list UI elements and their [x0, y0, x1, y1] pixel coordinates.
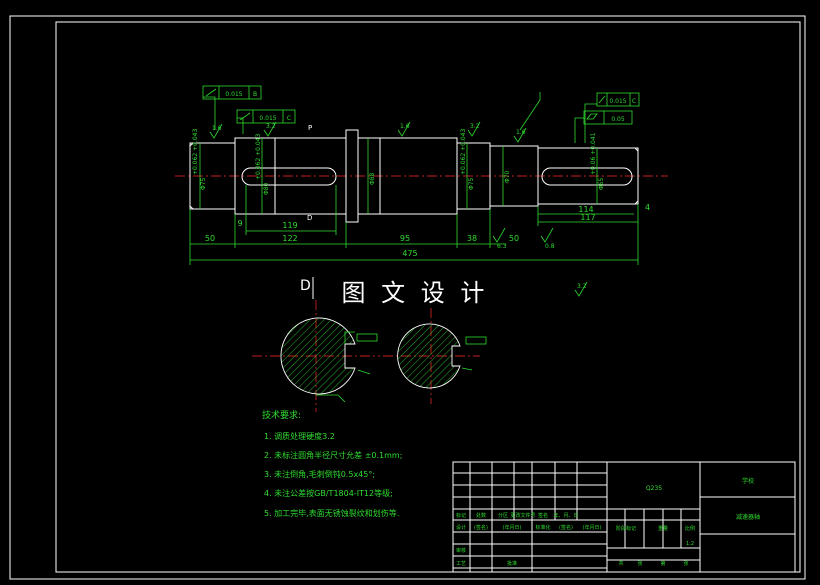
dia-75-right: Φ75 [468, 177, 475, 190]
tb-h3: 更改文件号 [510, 512, 535, 519]
roughness-marks: 1.6 3.2 1.6 3.2 1.6 0.8 6.3 3.2 [209, 121, 588, 297]
keyway-right [541, 167, 633, 186]
cylindricity-value: 0.05 [611, 116, 625, 123]
dim-117: 117 [580, 213, 595, 222]
runout-c-right-value: 0.015 [609, 98, 626, 105]
notes-title: 技术要求: [262, 409, 301, 421]
roughness-3: 1.6 [400, 123, 410, 130]
tb-scale: 1:2 [686, 541, 694, 547]
roughness-1: 1.6 [212, 125, 222, 132]
dia-88: Φ88 [369, 172, 376, 185]
runout-c-left-value: 0.015 [259, 115, 276, 122]
title-block: Q235 学校 减速器轴 1:2 标记 处数 分区 更改文件号 签名 年、月、日… [452, 461, 796, 573]
tb-weight: 重量 [658, 525, 668, 532]
dia-75-left-tol: +0.062 +0.043 [192, 129, 199, 175]
roughness-2: 3.2 [266, 123, 276, 130]
dim-38: 38 [467, 234, 477, 243]
dia-65-tol: +0.06 +0.041 [590, 132, 597, 175]
dia-65: Φ65 [598, 177, 605, 190]
note-5: 5. 加工完毕,表面无锈蚀裂纹和划伤等. [264, 508, 399, 518]
tb-process: 工艺 [456, 561, 466, 567]
tb-h0: 标记 [456, 512, 466, 519]
tb-d1: (签名) [474, 524, 488, 531]
tolerance-frame-cylindricity: 0.05 [583, 110, 633, 125]
tb-sheets-3: 张 [683, 560, 688, 567]
tb-approve: 批准 [507, 560, 517, 567]
tb-d2: (年月日) [503, 524, 522, 531]
tb-d0: 设计 [456, 524, 466, 531]
tolerance-frame-runout-c-right: 0.015 C [596, 92, 640, 107]
dia-70: Φ70 [504, 170, 511, 183]
dia-80: Φ80 [263, 182, 270, 195]
runout-c-right-datum: C [632, 98, 636, 105]
tb-h4: 签名 [538, 512, 548, 519]
section-left [280, 317, 356, 395]
roughness-4: 3.2 [470, 123, 480, 130]
roughness-5: 1.6 [516, 129, 526, 136]
dim-50-right: 50 [509, 234, 519, 243]
dim-50-left: 50 [205, 234, 215, 243]
tb-d3: 标准化 [535, 524, 550, 531]
tb-d4: (签名) [559, 524, 573, 531]
dim-4: 4 [645, 203, 650, 212]
runout-b-datum: B [253, 91, 257, 98]
tb-h5: 年、月、日 [553, 512, 578, 519]
runout-b-value: 0.015 [225, 91, 242, 98]
engineering-drawing: 475 50 9 119 122 95 38 50 114 117 4 Φ75 … [9, 15, 806, 580]
dim-95: 95 [400, 234, 410, 243]
dia-80-tol: +0.062 +0.043 [255, 134, 262, 180]
dim-total: 475 [402, 249, 417, 258]
note-4: 4. 未注公差按GB/T1804-IT12等级; [264, 488, 393, 498]
tb-scale-label: 比例 [685, 525, 695, 532]
note-1: 1. 调质处理硬度3.2 [264, 431, 335, 441]
section-right [397, 323, 461, 389]
tb-sheets-2: 第 [660, 560, 665, 567]
tb-stage-mark: 阶段标记 [616, 525, 636, 532]
tb-review: 审核 [456, 547, 466, 554]
runout-c-left-datum: C [287, 115, 291, 122]
dia-75-left: Φ75 [200, 177, 207, 190]
roughness-7: 6.3 [497, 243, 507, 250]
mark-p: P [308, 124, 312, 132]
dim-122: 122 [282, 234, 297, 243]
tolerance-frame-runout-c-left: 0.015 C [236, 109, 296, 124]
mark-d: D [307, 214, 312, 222]
note-2: 2. 未标注圆角半径尺寸允差 ±0.1mm; [264, 450, 402, 460]
tb-d5: (年月日) [583, 524, 602, 531]
roughness-8: 3.2 [577, 283, 587, 290]
section-label: D [300, 278, 311, 294]
tb-sheets-1: 张 [637, 560, 642, 567]
tb-material: Q235 [646, 485, 662, 492]
dia-75-right-tol: +0.062 +0.043 [460, 129, 467, 175]
tb-part-name: 减速器轴 [736, 513, 760, 521]
note-3: 3. 未注倒角,毛刺倒钝0.5x45°; [264, 469, 375, 479]
tb-sheets-0: 共 [618, 560, 623, 567]
roughness-6: 0.8 [545, 243, 555, 250]
watermark-text: 图 文 设 计 [342, 279, 489, 307]
tb-h1: 处数 [476, 512, 486, 519]
dim-119: 119 [282, 221, 297, 230]
tb-h2: 分区 [498, 512, 508, 519]
technical-notes: 技术要求: 1. 调质处理硬度3.2 2. 未标注圆角半径尺寸允差 ±0.1mm… [262, 409, 402, 518]
dim-9: 9 [237, 219, 242, 228]
tb-school: 学校 [742, 477, 754, 485]
